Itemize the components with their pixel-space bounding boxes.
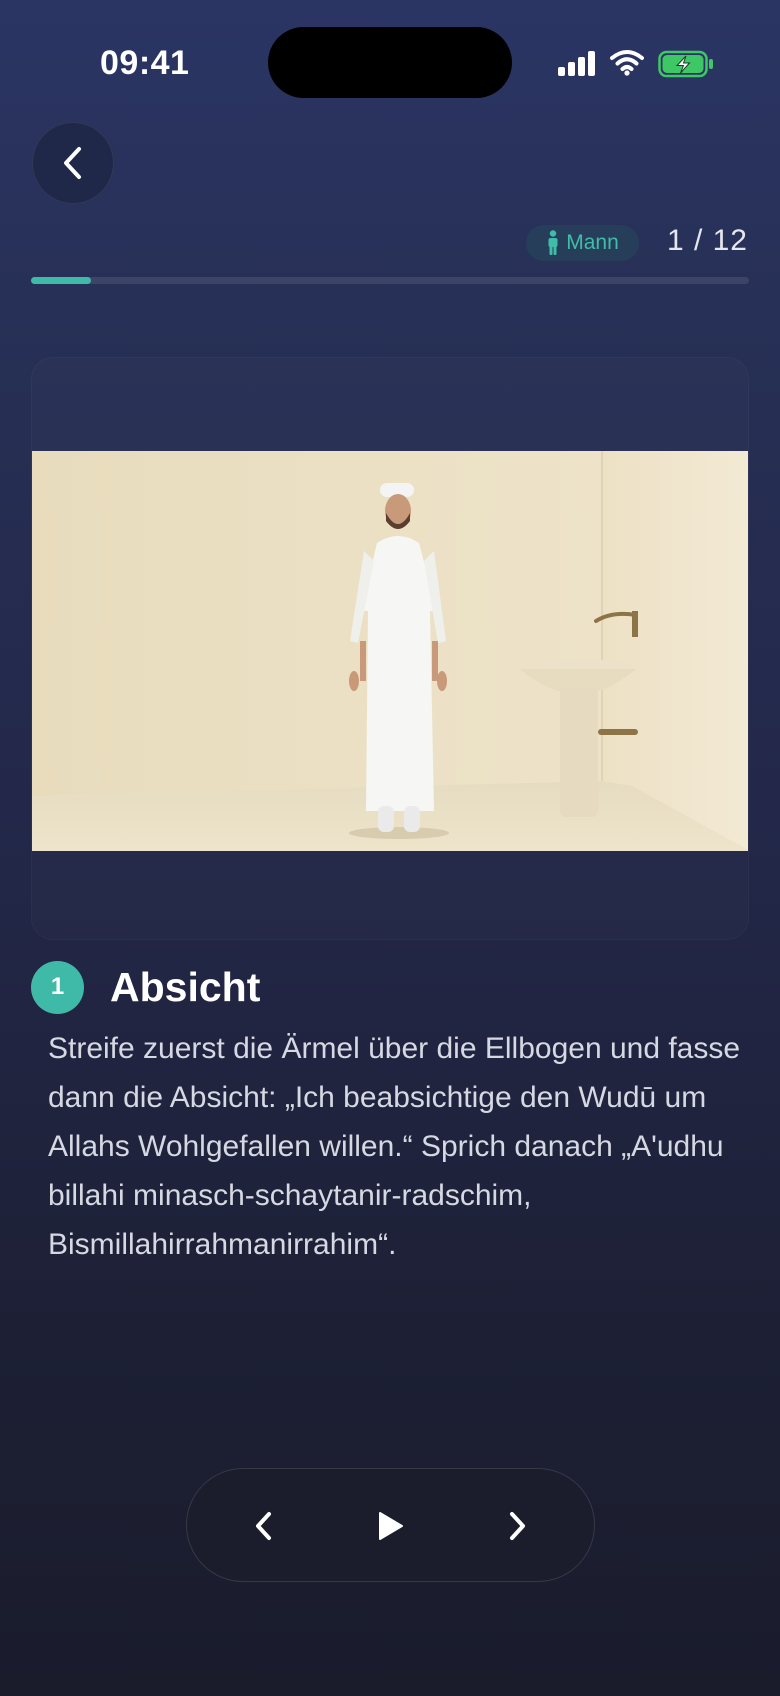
step-description: Streife zuerst die Ärmel über die Ellbog… — [48, 1032, 741, 1261]
battery-charging-icon — [658, 50, 713, 78]
step-counter: 1 / 12 — [666, 224, 748, 257]
step-image-card — [31, 357, 749, 940]
step-number-badge: 1 — [31, 960, 84, 1014]
next-step-button[interactable] — [489, 1498, 545, 1554]
cellular-signal-icon — [558, 50, 598, 76]
person-icon — [548, 230, 558, 255]
progress-fill — [31, 277, 91, 284]
chevron-left-icon — [256, 1512, 271, 1540]
chevron-right-icon — [510, 1512, 525, 1540]
play-icon — [379, 1512, 403, 1540]
progress-bar — [31, 277, 749, 284]
gender-label: Mann — [566, 231, 619, 254]
step-title: Absicht — [110, 963, 261, 1010]
step-header: 1 Absicht — [31, 960, 261, 1014]
status-bar: 09:41 — [0, 0, 780, 120]
gender-badge[interactable]: Mann — [526, 225, 639, 261]
wifi-icon — [610, 50, 644, 76]
step-illustration — [32, 451, 748, 851]
playback-controls — [186, 1468, 595, 1582]
previous-step-button[interactable] — [236, 1498, 292, 1554]
status-time: 09:41 — [100, 44, 190, 82]
back-button[interactable] — [32, 122, 114, 204]
dynamic-island — [268, 27, 512, 98]
chevron-left-icon — [64, 147, 81, 179]
play-button[interactable] — [362, 1498, 418, 1554]
